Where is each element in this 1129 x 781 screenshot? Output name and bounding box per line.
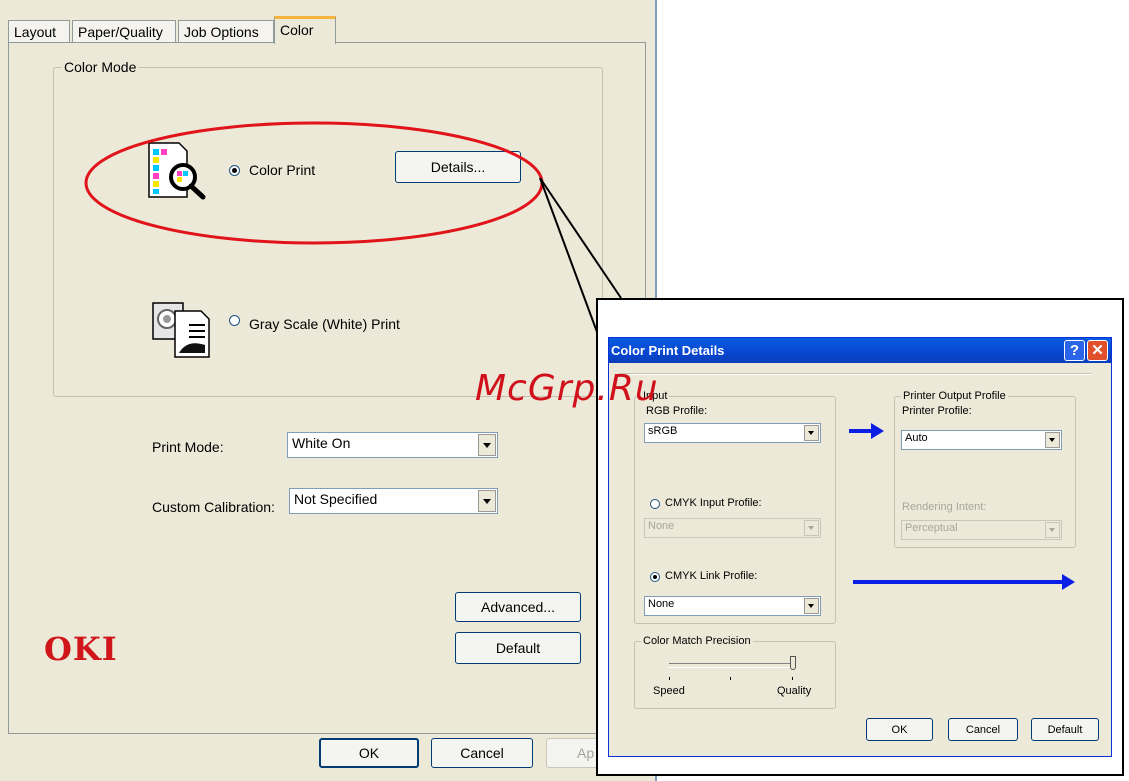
print-mode-label: Print Mode: <box>152 439 224 455</box>
tab-paper-quality[interactable]: Paper/Quality <box>72 20 176 42</box>
custom-calibration-select[interactable]: Not Specified <box>289 488 498 514</box>
grayscale-print-label: Gray Scale (White) Print <box>249 316 400 332</box>
print-mode-value: White On <box>292 435 351 451</box>
custom-calibration-value: Not Specified <box>294 491 378 507</box>
watermark: McGrp.Ru <box>475 368 659 409</box>
dialog-ok-button[interactable]: OK <box>866 718 933 741</box>
tab-layout[interactable]: Layout <box>8 20 70 42</box>
tab-job-options[interactable]: Job Options <box>178 20 274 42</box>
arrow-right-icon <box>853 574 1075 590</box>
default-button[interactable]: Default <box>455 632 581 664</box>
color-mode-group: Color Mode <box>53 59 603 397</box>
oki-logo: OKI <box>44 630 118 668</box>
custom-calibration-label: Custom Calibration: <box>152 499 275 515</box>
print-mode-select[interactable]: White On <box>287 432 498 458</box>
dialog-cancel-button[interactable]: Cancel <box>948 718 1018 741</box>
details-button[interactable]: Details... <box>395 151 521 183</box>
dialog-default-button[interactable]: Default <box>1031 718 1099 741</box>
grayscale-print-icon <box>149 299 219 361</box>
color-print-radio[interactable] <box>229 165 240 176</box>
color-print-label: Color Print <box>249 162 316 178</box>
color-print-details-dialog: Color Print Details ? ✕ Input RGB Profil… <box>608 337 1112 757</box>
flow-arrows <box>849 423 1075 590</box>
chevron-down-icon[interactable] <box>478 434 496 456</box>
color-print-icon <box>145 139 217 201</box>
arrow-right-icon <box>849 423 884 439</box>
color-mode-legend: Color Mode <box>64 59 137 75</box>
ok-button[interactable]: OK <box>319 738 419 768</box>
tab-color[interactable]: Color <box>274 16 336 44</box>
advanced-button[interactable]: Advanced... <box>455 592 581 622</box>
chevron-down-icon[interactable] <box>478 490 496 512</box>
grayscale-print-radio[interactable] <box>229 315 240 326</box>
cancel-button[interactable]: Cancel <box>431 738 533 768</box>
